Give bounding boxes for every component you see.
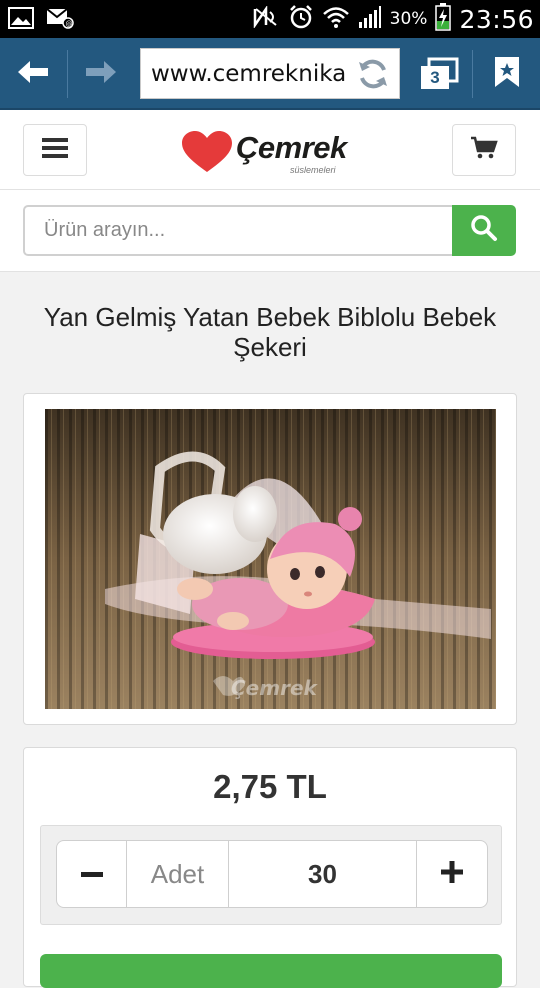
site-header: Çemrek süslemeleri [0, 110, 540, 190]
search-icon [470, 214, 498, 247]
alarm-icon [288, 4, 314, 35]
status-bar: @ 30% 23:56 [0, 0, 540, 38]
watermark-text: Çemrek [231, 676, 319, 700]
quantity-input[interactable]: 30 [229, 841, 417, 907]
cart-button[interactable] [452, 124, 516, 176]
brand-tagline: süslemeleri [290, 165, 336, 175]
forward-button[interactable] [68, 38, 134, 110]
toolbar-divider [472, 50, 473, 98]
signal-icon [358, 5, 382, 34]
brand-name: Çemrek [236, 130, 347, 165]
forward-arrow-icon [84, 59, 118, 90]
tabs-icon: 3 [419, 57, 459, 91]
minus-icon [80, 865, 103, 883]
back-arrow-icon [16, 59, 50, 90]
product-price: 2,75 TL [213, 768, 327, 805]
bookmark-button[interactable] [474, 38, 540, 110]
quantity-stepper: Adet 30 [56, 840, 488, 908]
quantity-label: Adet [150, 858, 205, 889]
increase-quantity-button[interactable] [417, 841, 487, 907]
search-bar [0, 190, 540, 272]
site-logo[interactable]: Çemrek süslemeleri [180, 128, 360, 178]
bookmark-icon [493, 55, 521, 94]
nfc-icon [252, 4, 280, 33]
quantity-label-cell: Adet [127, 841, 229, 907]
browser-toolbar: www.cemreknika 3 [0, 38, 540, 110]
add-to-cart-button[interactable] [40, 954, 502, 988]
reload-icon[interactable] [355, 56, 391, 97]
menu-button[interactable] [23, 124, 87, 176]
address-bar[interactable]: www.cemreknika [140, 48, 400, 99]
plus-icon [441, 860, 463, 888]
url-text[interactable]: www.cemreknika [151, 61, 347, 87]
search-button[interactable] [452, 205, 516, 256]
svg-text:@: @ [66, 20, 73, 28]
quantity-value: 30 [308, 858, 337, 889]
battery-charging-icon [435, 2, 452, 36]
battery-percent: 30% [389, 9, 428, 29]
purchase-card: 2,75 TL Adet 30 [23, 747, 517, 988]
product-title: Yan Gelmiş Yatan Bebek Biblolu Bebek Şek… [43, 302, 497, 362]
mail-at-icon: @ [46, 7, 74, 34]
product-image-card: Çemrek [23, 393, 517, 725]
tab-count: 3 [430, 68, 440, 87]
heart-logo-icon [180, 130, 234, 179]
product-photo[interactable]: Çemrek [45, 409, 496, 709]
image-icon [8, 7, 34, 34]
quantity-panel: Adet 30 [40, 825, 502, 925]
hamburger-menu-icon [42, 137, 68, 164]
clock: 23:56 [459, 4, 534, 34]
search-input[interactable] [23, 205, 453, 256]
wifi-icon [322, 5, 350, 34]
decrease-quantity-button[interactable] [57, 841, 127, 907]
shopping-cart-icon [470, 136, 498, 165]
tabs-button[interactable]: 3 [408, 38, 470, 110]
back-button[interactable] [0, 38, 66, 110]
